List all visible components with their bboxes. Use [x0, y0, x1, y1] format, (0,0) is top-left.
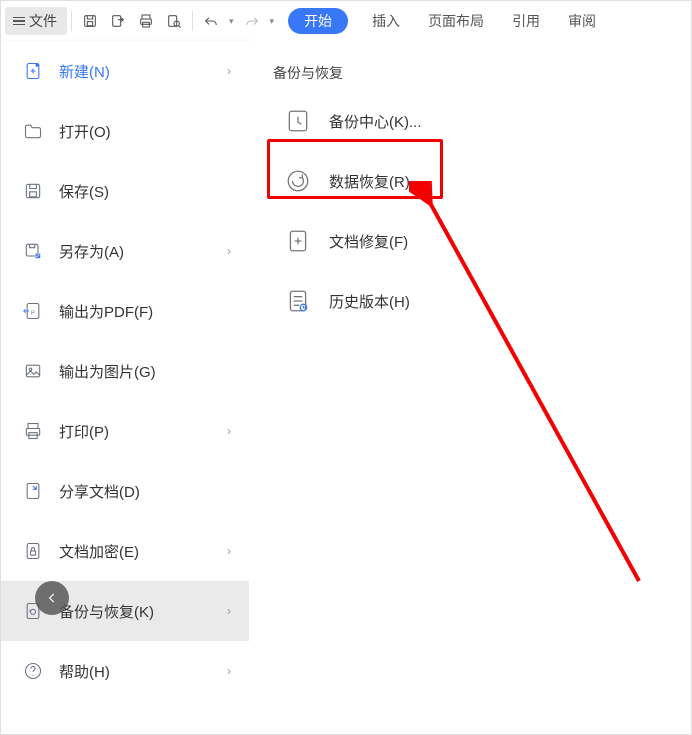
- menu-label: 备份与恢复(K): [59, 601, 211, 622]
- image-icon: [23, 361, 43, 381]
- panel-item-label: 文档修复(F): [329, 231, 408, 252]
- tab-page-layout[interactable]: 页面布局: [414, 11, 498, 31]
- tab-reference[interactable]: 引用: [498, 11, 554, 31]
- chevron-right-icon: ›: [227, 244, 231, 258]
- menu-label: 分享文档(D): [59, 481, 231, 502]
- save-as-icon: [23, 241, 43, 261]
- chevron-right-icon: ›: [227, 64, 231, 78]
- menu-item-export-image[interactable]: 输出为图片(G): [1, 341, 249, 401]
- panel-item-backup-center[interactable]: 备份中心(K)...: [249, 91, 691, 151]
- chevron-right-icon: ›: [227, 544, 231, 558]
- panel-item-label: 历史版本(H): [329, 291, 410, 312]
- panel-item-doc-repair[interactable]: 文档修复(F): [249, 211, 691, 271]
- menu-label: 文档加密(E): [59, 541, 211, 562]
- help-icon: [23, 661, 43, 681]
- menu-item-new[interactable]: 新建(N) ›: [1, 41, 249, 101]
- undo-button[interactable]: [197, 7, 225, 35]
- panel-title: 备份与恢复: [249, 41, 691, 91]
- menu-item-open[interactable]: 打开(O): [1, 101, 249, 161]
- redo-button[interactable]: [238, 7, 266, 35]
- toolbar-separator: [71, 11, 72, 31]
- recover-icon: [285, 168, 311, 194]
- menu-item-export-pdf[interactable]: P 输出为PDF(F): [1, 281, 249, 341]
- backup-restore-panel: 备份与恢复 备份中心(K)... 数据恢复(R) 文档修复(F) 历史版本(H): [249, 41, 691, 734]
- undo-icon: [203, 13, 219, 29]
- share-icon: [23, 481, 43, 501]
- export-button[interactable]: [104, 7, 132, 35]
- chevron-right-icon: ›: [227, 664, 231, 678]
- overflow-dropdown[interactable]: ▾: [266, 16, 279, 27]
- backup-center-icon: [285, 108, 311, 134]
- panel-item-history[interactable]: 历史版本(H): [249, 271, 691, 331]
- app-window: 文件 ▾ ▾ 开始 插入 页面布局 引用 审阅 新建: [0, 0, 692, 735]
- menu-item-backup-restore[interactable]: 备份与恢复(K) ›: [1, 581, 249, 641]
- preview-icon: [166, 13, 182, 29]
- folder-icon: [23, 121, 43, 141]
- file-menu-button[interactable]: 文件: [5, 7, 67, 35]
- menu-item-print[interactable]: 打印(P) ›: [1, 401, 249, 461]
- tab-review[interactable]: 审阅: [554, 11, 610, 31]
- print-button[interactable]: [132, 7, 160, 35]
- print-icon: [138, 13, 154, 29]
- save-button[interactable]: [76, 7, 104, 35]
- doc-repair-icon: [285, 228, 311, 254]
- menu-label: 另存为(A): [59, 241, 211, 262]
- panel-item-label: 数据恢复(R): [329, 171, 410, 192]
- panel-item-label: 备份中心(K)...: [329, 111, 422, 132]
- menu-label: 新建(N): [59, 61, 211, 82]
- save-icon: [82, 13, 98, 29]
- export-icon: [110, 13, 126, 29]
- menu-item-save-as[interactable]: 另存为(A) ›: [1, 221, 249, 281]
- tab-start[interactable]: 开始: [288, 8, 348, 34]
- hamburger-icon: [13, 17, 25, 26]
- restore-icon: [23, 601, 43, 621]
- menu-label: 帮助(H): [59, 661, 211, 682]
- menu-label: 保存(S): [59, 181, 231, 202]
- menu-item-help[interactable]: 帮助(H) ›: [1, 641, 249, 701]
- lock-doc-icon: [23, 541, 43, 561]
- menu-label: 打开(O): [59, 121, 231, 142]
- menu-label: 打印(P): [59, 421, 211, 442]
- svg-text:P: P: [31, 310, 35, 316]
- save-disk-icon: [23, 181, 43, 201]
- preview-button[interactable]: [160, 7, 188, 35]
- menu-label: 输出为图片(G): [59, 361, 231, 382]
- menu-item-encrypt[interactable]: 文档加密(E) ›: [1, 521, 249, 581]
- history-doc-icon: [285, 288, 311, 314]
- menu-item-share[interactable]: 分享文档(D): [1, 461, 249, 521]
- menu-label: 输出为PDF(F): [59, 301, 231, 322]
- menu-item-save[interactable]: 保存(S): [1, 161, 249, 221]
- panel-item-data-recover[interactable]: 数据恢复(R): [249, 151, 691, 211]
- new-file-icon: [23, 61, 43, 81]
- chevron-right-icon: ›: [227, 424, 231, 438]
- tab-insert[interactable]: 插入: [358, 11, 414, 31]
- pdf-icon: P: [23, 301, 43, 321]
- file-dropdown-menu: 新建(N) › 打开(O) 保存(S) 另存为(A) › P 输出为PDF(F)…: [1, 41, 250, 734]
- file-button-label: 文件: [29, 11, 57, 31]
- redo-icon: [244, 13, 260, 29]
- printer-icon: [23, 421, 43, 441]
- undo-dropdown[interactable]: ▾: [225, 16, 238, 27]
- top-toolbar: 文件 ▾ ▾ 开始 插入 页面布局 引用 审阅: [1, 1, 691, 42]
- toolbar-separator: [192, 11, 193, 31]
- chevron-right-icon: ›: [227, 604, 231, 618]
